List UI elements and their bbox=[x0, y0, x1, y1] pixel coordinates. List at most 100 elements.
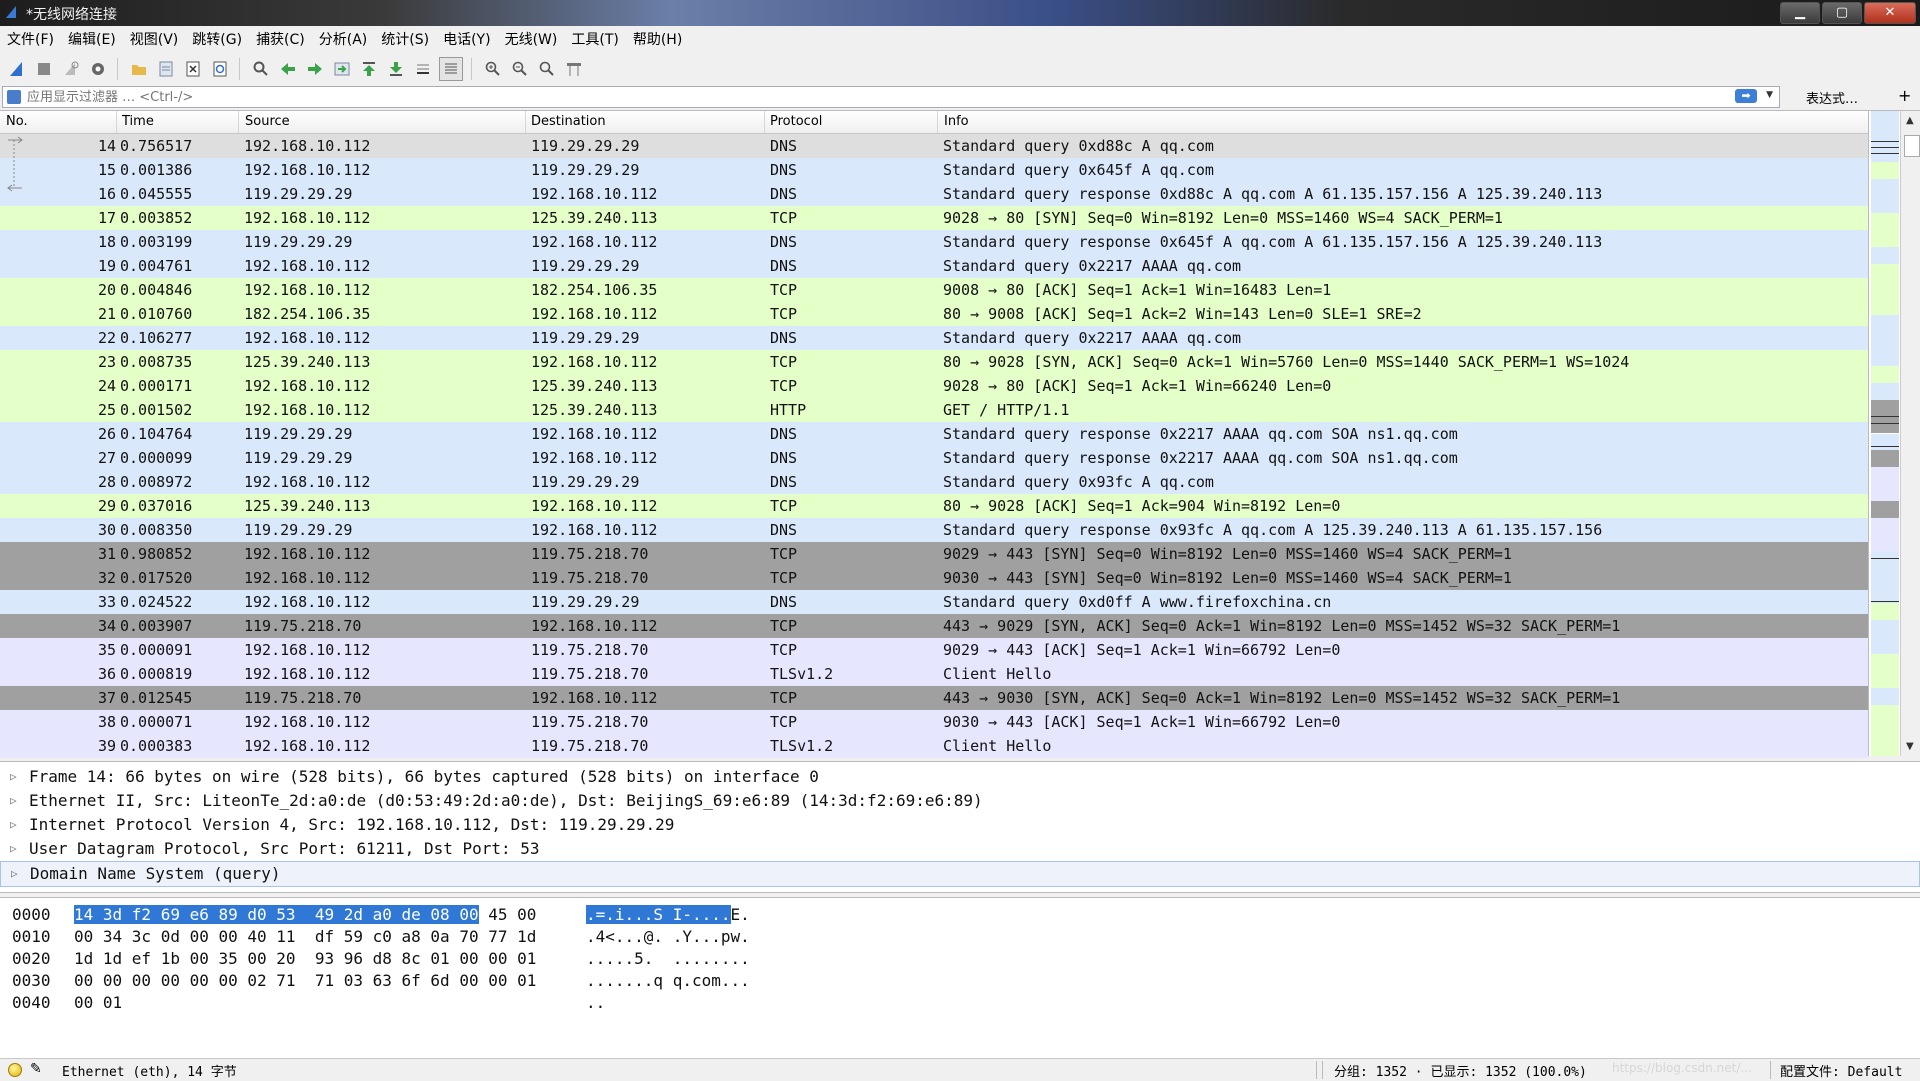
packet-row[interactable]: 39 0.000383 192.168.10.112 119.75.218.70 TLS… bbox=[0, 734, 1868, 758]
packet-no: 22 bbox=[97, 329, 116, 347]
options-gear-icon[interactable] bbox=[87, 58, 109, 80]
find-icon[interactable] bbox=[250, 58, 272, 80]
packet-minimap[interactable] bbox=[1868, 111, 1901, 756]
packet-row[interactable]: 30 0.008350 119.29.29.29 192.168.10.112 DNS S… bbox=[0, 518, 1868, 542]
bytes-row[interactable]: 0020 1d 1d ef 1b 00 35 00 20 93 96 d8 8c … bbox=[0, 948, 1920, 970]
packet-row[interactable]: 21 0.010760 182.254.106.35 192.168.10.112 TC… bbox=[0, 302, 1868, 326]
bookmark-icon[interactable] bbox=[7, 90, 21, 104]
detail-ipv4[interactable]: ▷ Internet Protocol Version 4, Src: 192.1… bbox=[0, 813, 1920, 837]
menu-edit[interactable]: 编辑(E) bbox=[61, 29, 123, 49]
menu-telephony[interactable]: 电话(Y) bbox=[436, 29, 497, 49]
expression-button[interactable]: 表达式… bbox=[1806, 88, 1858, 107]
display-filter-input[interactable] bbox=[25, 87, 1709, 107]
expand-arrow-icon[interactable]: ▷ bbox=[10, 765, 17, 789]
chevron-down-icon[interactable]: ▼ bbox=[1766, 90, 1773, 100]
menu-tools[interactable]: 工具(T) bbox=[564, 29, 625, 49]
bytes-hex-rest: 00 34 3c 0d 00 00 40 11 df 59 c0 a8 0a 7… bbox=[74, 927, 537, 946]
packet-row[interactable]: 32 0.017520 192.168.10.112 119.75.218.70 TCP… bbox=[0, 566, 1868, 590]
menu-wireless[interactable]: 无线(W) bbox=[498, 29, 565, 49]
open-folder-icon[interactable] bbox=[128, 58, 150, 80]
expand-arrow-icon[interactable]: ▷ bbox=[10, 813, 17, 837]
menu-capture[interactable]: 捕获(C) bbox=[249, 29, 312, 49]
packet-row[interactable]: 24 0.000171 192.168.10.112 125.39.240.113 TC… bbox=[0, 374, 1868, 398]
packet-row[interactable]: 35 0.000091 192.168.10.112 119.75.218.70 TCP… bbox=[0, 638, 1868, 662]
bytes-row[interactable]: 0000 14 3d f2 69 e6 89 d0 53 49 2d a0 de … bbox=[0, 904, 1920, 926]
go-forward-icon[interactable] bbox=[304, 58, 326, 80]
expand-arrow-icon[interactable]: ▷ bbox=[11, 862, 18, 886]
packet-row[interactable]: 27 0.000099 119.29.29.29 192.168.10.112 DNS S… bbox=[0, 446, 1868, 470]
close-file-icon[interactable] bbox=[182, 58, 204, 80]
zoom-in-icon[interactable] bbox=[482, 58, 504, 80]
shark-fin-start-icon[interactable] bbox=[6, 58, 28, 80]
autoscroll-icon[interactable] bbox=[412, 58, 434, 80]
expert-info-icon[interactable] bbox=[8, 1063, 22, 1077]
packet-row[interactable]: 16 0.045555 119.29.29.29 192.168.10.112 DNS S… bbox=[0, 182, 1868, 206]
save-file-icon[interactable] bbox=[155, 58, 177, 80]
packet-row[interactable]: 18 0.003199 119.29.29.29 192.168.10.112 DNS S… bbox=[0, 230, 1868, 254]
detail-udp[interactable]: ▷ User Datagram Protocol, Src Port: 61211… bbox=[0, 837, 1920, 861]
apply-filter-icon[interactable]: ➡ bbox=[1735, 89, 1757, 103]
detail-dns[interactable]: ▷ Domain Name System (query) bbox=[0, 861, 1920, 887]
resize-columns-icon[interactable] bbox=[563, 58, 585, 80]
scrollbar-thumb[interactable] bbox=[1904, 135, 1920, 157]
maximize-button[interactable]: ▢ bbox=[1822, 2, 1862, 24]
expand-arrow-icon[interactable]: ▷ bbox=[10, 837, 17, 861]
packet-row[interactable]: 17 0.003852 192.168.10.112 125.39.240.113 TC… bbox=[0, 206, 1868, 230]
packet-list-scrollbar[interactable]: ▲ ▼ bbox=[1900, 111, 1920, 756]
packet-row[interactable]: 37 0.012545 119.75.218.70 192.168.10.112 TCP… bbox=[0, 686, 1868, 710]
packet-row[interactable]: 31 0.980852 192.168.10.112 119.75.218.70 TCP… bbox=[0, 542, 1868, 566]
minimap-strip bbox=[1871, 484, 1899, 502]
packet-row[interactable]: 36 0.000819 192.168.10.112 119.75.218.70 TLS… bbox=[0, 662, 1868, 686]
edit-comment-icon[interactable]: ✎ bbox=[30, 1061, 42, 1077]
menu-go[interactable]: 跳转(G) bbox=[185, 29, 249, 49]
detail-ethernet[interactable]: ▷ Ethernet II, Src: LiteonTe_2d:a0:de (d0… bbox=[0, 789, 1920, 813]
packet-row[interactable]: 23 0.008735 125.39.240.113 192.168.10.112 TC… bbox=[0, 350, 1868, 374]
detail-frame[interactable]: ▷ Frame 14: 66 bytes on wire (528 bits), … bbox=[0, 765, 1920, 789]
reload-icon[interactable] bbox=[209, 58, 231, 80]
packet-row[interactable]: 20 0.004846 192.168.10.112 182.254.106.35 TC… bbox=[0, 278, 1868, 302]
column-header-destination[interactable]: Destination bbox=[531, 114, 606, 129]
packet-row[interactable]: 15 0.001386 192.168.10.112 119.29.29.29 DNS S… bbox=[0, 158, 1868, 182]
scroll-down-icon[interactable]: ▼ bbox=[1906, 741, 1914, 752]
column-header-time[interactable]: Time bbox=[122, 114, 154, 129]
packet-row[interactable]: 29 0.037016 125.39.240.113 192.168.10.112 TC… bbox=[0, 494, 1868, 518]
scroll-up-icon[interactable]: ▲ bbox=[1906, 115, 1914, 126]
packet-row[interactable]: 28 0.008972 192.168.10.112 119.29.29.29 DNS S… bbox=[0, 470, 1868, 494]
zoom-out-icon[interactable] bbox=[509, 58, 531, 80]
menu-view[interactable]: 视图(V) bbox=[123, 29, 186, 49]
menu-statistics[interactable]: 统计(S) bbox=[374, 29, 436, 49]
column-header-protocol[interactable]: Protocol bbox=[770, 114, 822, 129]
packet-row[interactable]: 34 0.003907 119.75.218.70 192.168.10.112 TCP… bbox=[0, 614, 1868, 638]
go-last-icon[interactable] bbox=[385, 58, 407, 80]
menu-analyze[interactable]: 分析(A) bbox=[312, 29, 375, 49]
column-header-source[interactable]: Source bbox=[245, 114, 290, 129]
close-button[interactable]: ✕ bbox=[1864, 2, 1916, 24]
go-to-packet-icon[interactable] bbox=[331, 58, 353, 80]
colorize-icon[interactable] bbox=[439, 57, 463, 81]
packet-row[interactable]: 38 0.000071 192.168.10.112 119.75.218.70 TCP… bbox=[0, 710, 1868, 734]
add-filter-button[interactable]: + bbox=[1898, 86, 1911, 105]
packet-row[interactable]: 26 0.104764 119.29.29.29 192.168.10.112 DNS S… bbox=[0, 422, 1868, 446]
packet-time: 0.001502 bbox=[120, 401, 193, 419]
packet-row[interactable]: 25 0.001502 192.168.10.112 125.39.240.113 HT… bbox=[0, 398, 1868, 422]
packet-row[interactable]: 22 0.106277 192.168.10.112 119.29.29.29 DNS S… bbox=[0, 326, 1868, 350]
minimize-button[interactable]: ▁ bbox=[1780, 2, 1820, 24]
bytes-row[interactable]: 0040 00 01.. bbox=[0, 992, 1920, 1014]
go-back-icon[interactable] bbox=[277, 58, 299, 80]
bytes-hex-rest: 00 01 bbox=[74, 993, 123, 1012]
packet-row[interactable]: 19 0.004761 192.168.10.112 119.29.29.29 DNS S… bbox=[0, 254, 1868, 278]
menu-help[interactable]: 帮助(H) bbox=[626, 29, 689, 49]
bytes-row[interactable]: 0030 00 00 00 00 00 00 02 71 71 03 63 6f … bbox=[0, 970, 1920, 992]
packet-row[interactable]: 14 0.756517 192.168.10.112 119.29.29.29 DNS S… bbox=[0, 134, 1868, 158]
stop-icon[interactable] bbox=[33, 58, 55, 80]
bytes-row[interactable]: 0010 00 34 3c 0d 00 00 40 11 df 59 c0 a8 … bbox=[0, 926, 1920, 948]
status-profile[interactable]: 配置文件: Default bbox=[1780, 1061, 1902, 1080]
go-first-icon[interactable] bbox=[358, 58, 380, 80]
column-header-info[interactable]: Info bbox=[944, 114, 969, 129]
zoom-normal-icon[interactable] bbox=[536, 58, 558, 80]
column-header-no[interactable]: No. bbox=[6, 114, 28, 129]
menu-file[interactable]: 文件(F) bbox=[0, 29, 61, 49]
restart-icon[interactable] bbox=[60, 58, 82, 80]
packet-row[interactable]: 33 0.024522 192.168.10.112 119.29.29.29 DNS S… bbox=[0, 590, 1868, 614]
expand-arrow-icon[interactable]: ▷ bbox=[10, 789, 17, 813]
